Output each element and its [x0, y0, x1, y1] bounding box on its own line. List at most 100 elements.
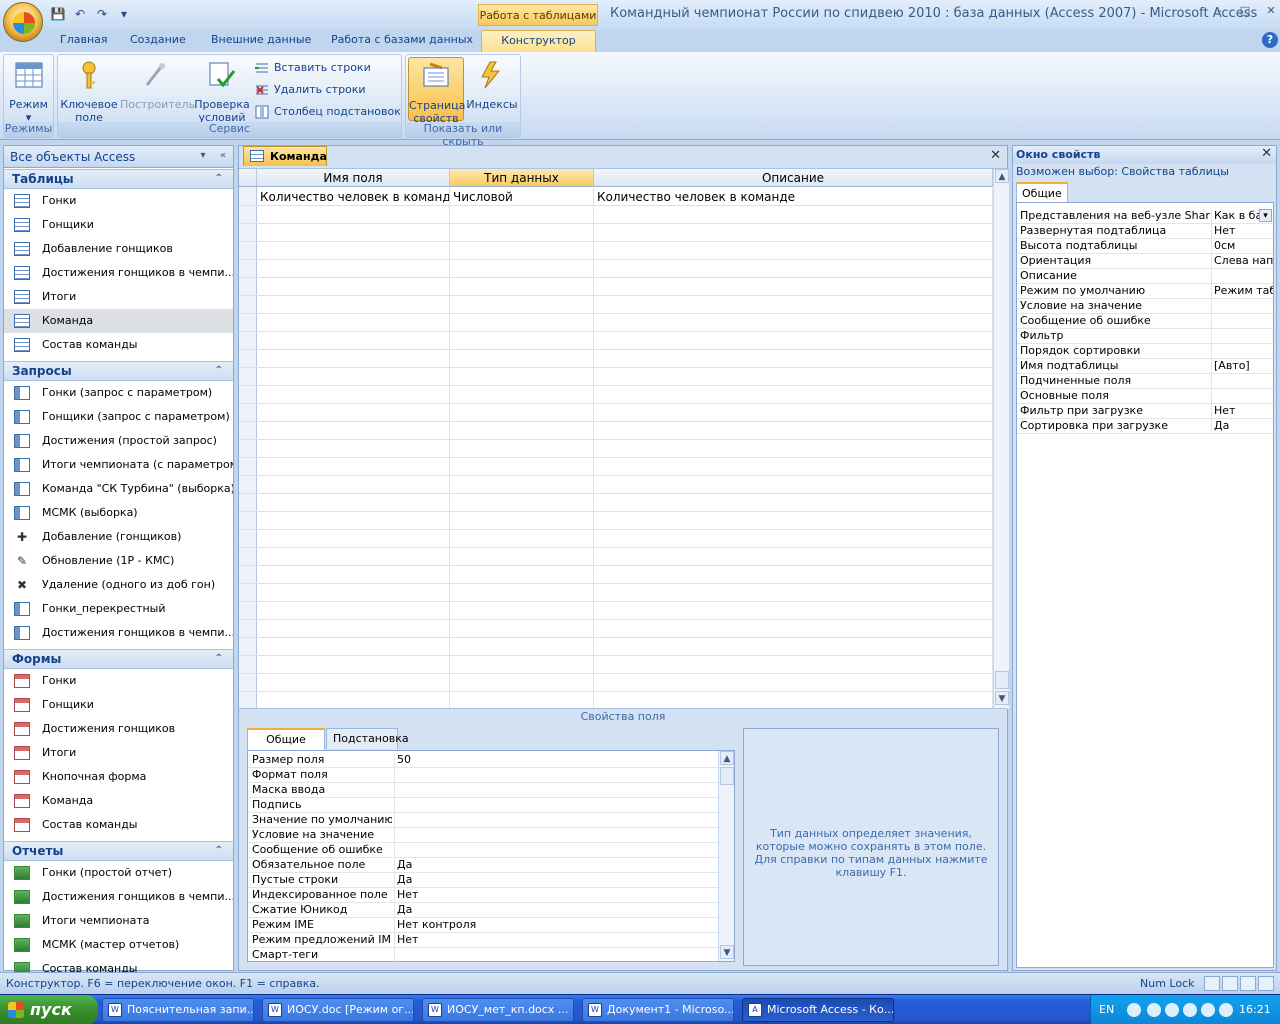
grid-row[interactable]	[239, 566, 993, 584]
data-type-cell[interactable]	[450, 314, 594, 332]
nav-item[interactable]: Итоги	[4, 741, 233, 765]
description-cell[interactable]	[594, 224, 993, 242]
collapse-section-icon[interactable]: ⌃	[215, 842, 223, 860]
nav-item[interactable]: МСМК (мастер отчетов)	[4, 933, 233, 957]
field-name-cell[interactable]	[257, 332, 450, 350]
description-cell[interactable]	[594, 584, 993, 602]
nav-item[interactable]: Гонщики	[4, 693, 233, 717]
field-property-row[interactable]: Размер поля 50	[248, 753, 718, 768]
field-property-row[interactable]: Смарт-теги	[248, 948, 718, 963]
table-property-row[interactable]: Ориентация Слева напр	[1017, 254, 1273, 269]
description-cell[interactable]	[594, 422, 993, 440]
tray-back-icon[interactable]	[1127, 1003, 1141, 1017]
nav-pane-header[interactable]: Все объекты Access ▾ «	[4, 146, 233, 168]
nav-item[interactable]: Гонки	[4, 189, 233, 213]
field-property-value[interactable]: Нет контроля	[394, 918, 718, 932]
grid-vertical-scrollbar[interactable]: ▲ ▼	[993, 169, 1009, 709]
tab-general-properties[interactable]: Общие	[1016, 182, 1068, 202]
table-property-row[interactable]: Сортировка при загрузке Да	[1017, 419, 1273, 434]
data-type-cell[interactable]	[450, 350, 594, 368]
datasheet-view-shortcut-icon[interactable]	[1204, 976, 1220, 991]
data-type-cell[interactable]	[450, 332, 594, 350]
nav-item[interactable]: Гонщики (запрос с параметром)	[4, 405, 233, 429]
field-name-cell[interactable]	[257, 440, 450, 458]
tray-security-icon[interactable]	[1219, 1003, 1233, 1017]
nav-item[interactable]: Итоги	[4, 285, 233, 309]
data-type-cell[interactable]	[450, 278, 594, 296]
tab-design[interactable]: Конструктор	[481, 30, 596, 52]
pivot-chart-view-shortcut-icon[interactable]	[1240, 976, 1256, 991]
table-property-value[interactable]	[1211, 389, 1273, 403]
grid-row[interactable]	[239, 458, 993, 476]
table-property-value[interactable]: [Авто]	[1211, 359, 1273, 373]
field-property-row[interactable]: Режим предложений IME Нет	[248, 933, 718, 948]
tray-update-icon[interactable]	[1201, 1003, 1215, 1017]
field-property-value[interactable]	[394, 783, 718, 797]
nav-item[interactable]: Гонщики	[4, 213, 233, 237]
test-rules-button[interactable]: Проверка условий	[192, 57, 252, 124]
table-property-row[interactable]: Имя подтаблицы [Авто]	[1017, 359, 1273, 374]
data-type-cell[interactable]	[450, 386, 594, 404]
table-property-row[interactable]: Описание	[1017, 269, 1273, 284]
description-cell[interactable]	[594, 206, 993, 224]
field-property-row[interactable]: Маска ввода	[248, 783, 718, 798]
nav-dropdown-icon[interactable]: ▾	[196, 149, 210, 163]
tray-antivirus-icon[interactable]	[1165, 1003, 1179, 1017]
tray-volume-icon[interactable]	[1183, 1003, 1197, 1017]
field-name-cell[interactable]: Количество человек в команде	[257, 188, 450, 206]
field-name-cell[interactable]	[257, 260, 450, 278]
description-cell[interactable]	[594, 476, 993, 494]
property-sheet-button[interactable]: Страница свойств	[408, 57, 465, 125]
grid-row[interactable]	[239, 674, 993, 692]
nav-section-form[interactable]: Формы ⌃	[4, 649, 233, 669]
description-cell[interactable]	[594, 386, 993, 404]
design-view-shortcut-icon[interactable]	[1258, 976, 1274, 991]
office-button[interactable]	[3, 2, 43, 42]
field-name-cell[interactable]	[257, 368, 450, 386]
nav-item[interactable]: Гонки_перекрестный	[4, 597, 233, 621]
table-property-row[interactable]: Фильтр при загрузке Нет	[1017, 404, 1273, 419]
description-cell[interactable]	[594, 494, 993, 512]
grid-row[interactable]	[239, 476, 993, 494]
nav-item[interactable]: Достижения (простой запрос)	[4, 429, 233, 453]
nav-item[interactable]: ✎ Обновление (1Р - КМС)	[4, 549, 233, 573]
nav-item[interactable]: МСМК (выборка)	[4, 501, 233, 525]
grid-row[interactable]	[239, 350, 993, 368]
data-type-cell[interactable]	[450, 458, 594, 476]
nav-item[interactable]: Команда "СК Турбина" (выборка)	[4, 477, 233, 501]
field-property-value[interactable]	[394, 843, 718, 857]
field-name-cell[interactable]	[257, 476, 450, 494]
indexes-button[interactable]: Индексы	[466, 57, 518, 121]
grid-row[interactable]	[239, 314, 993, 332]
nav-item[interactable]: Состав команды	[4, 813, 233, 837]
help-icon[interactable]: ?	[1262, 32, 1278, 48]
data-type-cell[interactable]	[450, 602, 594, 620]
tray-network-icon[interactable]	[1147, 1003, 1161, 1017]
field-property-value[interactable]	[394, 828, 718, 842]
save-icon[interactable]: 💾	[50, 6, 66, 22]
data-type-cell[interactable]	[450, 584, 594, 602]
description-cell[interactable]	[594, 260, 993, 278]
fp-scroll-down-icon[interactable]: ▼	[720, 945, 734, 959]
field-name-cell[interactable]	[257, 530, 450, 548]
pivot-table-view-shortcut-icon[interactable]	[1222, 976, 1238, 991]
grid-row[interactable]	[239, 512, 993, 530]
field-name-cell[interactable]	[257, 314, 450, 332]
grid-row[interactable]	[239, 656, 993, 674]
grid-row[interactable]	[239, 206, 993, 224]
field-name-cell[interactable]	[257, 458, 450, 476]
grid-row[interactable]	[239, 530, 993, 548]
grid-row[interactable]	[239, 260, 993, 278]
language-indicator[interactable]: EN	[1099, 995, 1114, 1024]
collapse-section-icon[interactable]: ⌃	[215, 362, 223, 380]
data-type-cell[interactable]: Числовой	[450, 188, 594, 206]
data-type-cell[interactable]	[450, 404, 594, 422]
data-type-cell[interactable]	[450, 638, 594, 656]
description-cell[interactable]	[594, 296, 993, 314]
description-cell[interactable]	[594, 548, 993, 566]
view-button[interactable]: Режим ▾	[6, 57, 51, 124]
data-type-cell[interactable]	[450, 494, 594, 512]
minimize-button[interactable]: –	[1208, 2, 1230, 20]
description-cell[interactable]	[594, 368, 993, 386]
collapse-section-icon[interactable]: ⌃	[215, 650, 223, 668]
